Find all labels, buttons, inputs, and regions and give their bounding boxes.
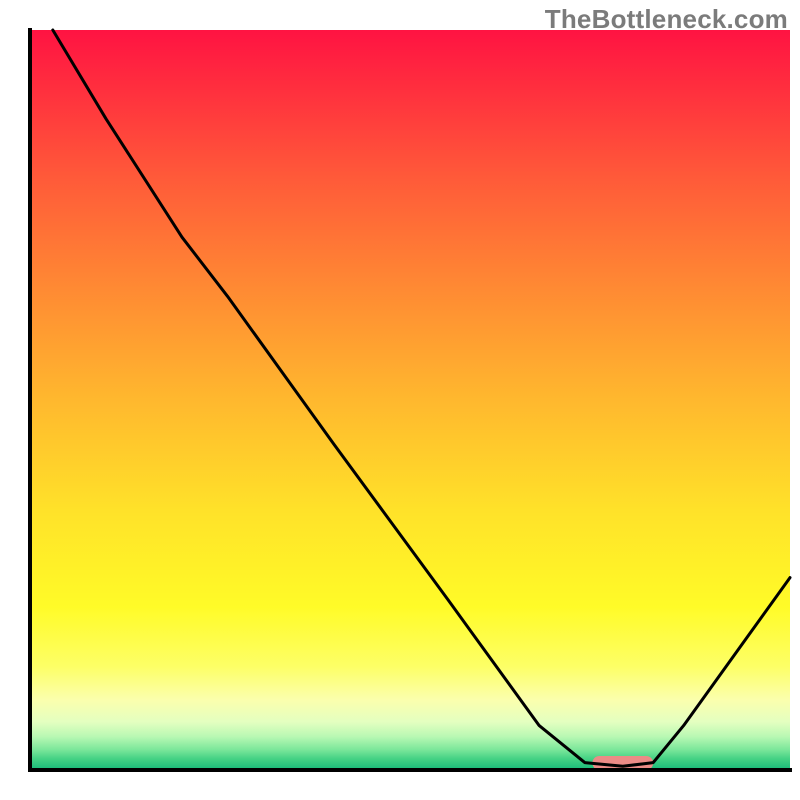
chart-svg (0, 0, 800, 800)
plot-background (30, 30, 790, 770)
watermark-text: TheBottleneck.com (545, 4, 788, 35)
bottleneck-chart: TheBottleneck.com (0, 0, 800, 800)
